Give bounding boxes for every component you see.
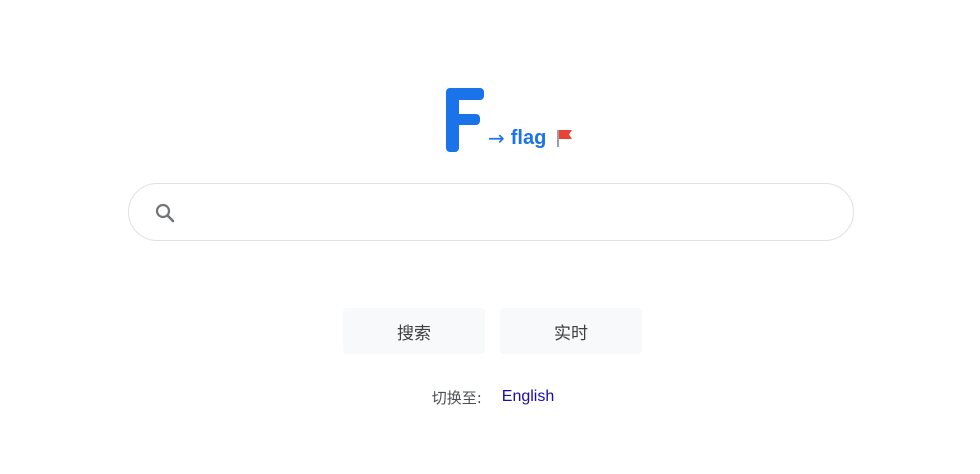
search-button[interactable]: 搜索 [343, 308, 485, 354]
language-switch-label: 切换至: [431, 388, 482, 407]
logo-arrow: → [488, 126, 505, 150]
search-bar[interactable] [128, 183, 854, 241]
search-home-page: → flag 搜索 实时 切换至: English [0, 0, 980, 474]
search-input[interactable] [191, 196, 835, 230]
realtime-button[interactable]: 实时 [500, 308, 642, 354]
logo-word: flag [510, 127, 547, 149]
language-link-english[interactable]: English [502, 388, 554, 406]
language-switch: 切换至: English [0, 386, 980, 408]
search-icon [155, 203, 175, 223]
site-logo[interactable]: → flag [444, 74, 575, 154]
red-flag-icon [557, 130, 573, 147]
logo-tail: → flag [488, 126, 575, 150]
logo-letter-f [446, 88, 484, 152]
